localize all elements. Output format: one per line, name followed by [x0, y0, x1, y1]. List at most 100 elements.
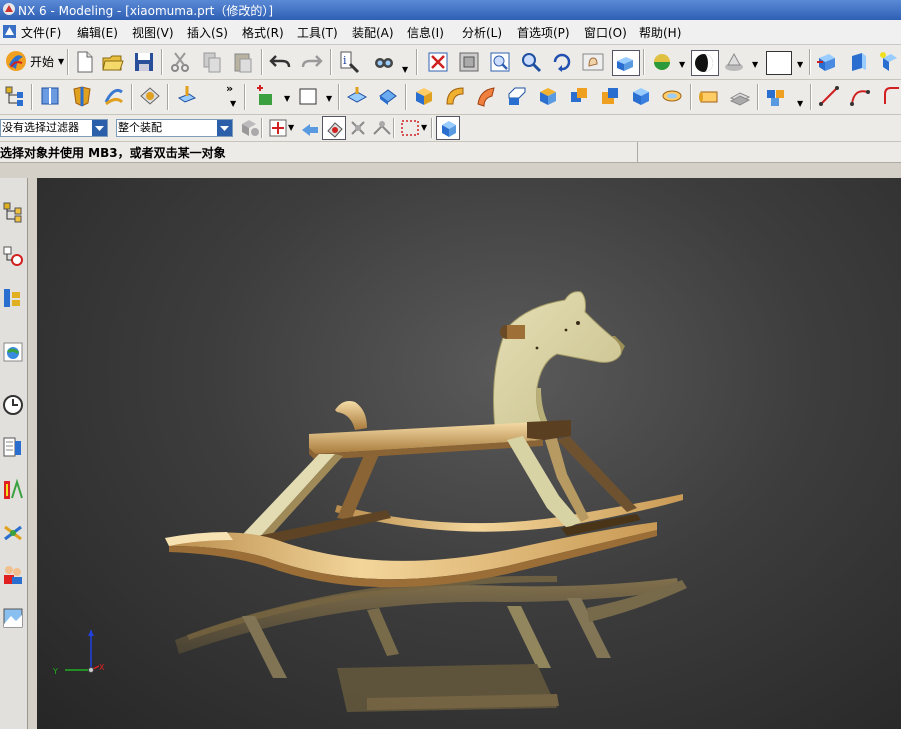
system-scenes-icon[interactable]	[1, 606, 25, 630]
pan-icon[interactable]	[581, 50, 605, 74]
trim-body-icon[interactable]	[660, 84, 684, 108]
book-icon[interactable]	[38, 84, 62, 108]
type-filter-dropdown-icon[interactable]	[92, 120, 107, 136]
view-orient-icon[interactable]	[815, 50, 839, 74]
extrude-icon[interactable]	[345, 84, 369, 108]
cylinder-icon[interactable]	[697, 84, 721, 108]
history-icon[interactable]	[1, 393, 25, 417]
background-icon[interactable]	[691, 50, 719, 76]
save-icon[interactable]	[132, 50, 156, 74]
subtract-icon[interactable]	[598, 84, 622, 108]
filter-settings-icon[interactable]	[237, 116, 259, 138]
hd3d-tools-icon[interactable]	[1, 521, 25, 545]
select-body-icon[interactable]	[436, 116, 460, 140]
rocking-horse-model[interactable]: Y X	[37, 178, 901, 729]
select-all-icon[interactable]	[266, 116, 288, 138]
color-swatch-icon[interactable]	[766, 51, 792, 75]
toolbar-overflow-icon[interactable]: »	[226, 82, 233, 95]
part-navigator-icon[interactable]	[1, 286, 25, 310]
new-file-icon[interactable]	[72, 50, 96, 74]
selection-scope-dropdown-icon[interactable]	[217, 120, 232, 136]
menu-information[interactable]: 信息(I)	[407, 24, 444, 41]
start-dropdown-icon[interactable]: ▼	[58, 57, 64, 66]
examine-geometry-icon[interactable]	[372, 50, 396, 74]
rectangle-icon[interactable]	[296, 84, 320, 108]
lighting-icon[interactable]	[722, 50, 746, 74]
cut-icon[interactable]	[168, 50, 192, 74]
zoom-box-icon[interactable]	[488, 50, 512, 74]
menu-assembly[interactable]: 装配(A)	[352, 24, 394, 41]
rectangle-dropdown-icon[interactable]: ▼	[326, 94, 332, 103]
zoom-icon[interactable]	[519, 50, 543, 74]
shell-icon[interactable]	[536, 84, 560, 108]
color-dropdown-icon[interactable]: ▼	[797, 60, 803, 69]
leg-back-far[interactable]	[337, 448, 381, 520]
assembly-navigator-icon[interactable]	[1, 200, 25, 224]
highlight-icon[interactable]	[322, 116, 346, 140]
menu-help[interactable]: 帮助(H)	[639, 24, 681, 41]
zoom-window-icon[interactable]	[457, 50, 481, 74]
menu-window[interactable]: 窗口(O)	[584, 24, 627, 41]
pattern-icon[interactable]	[764, 84, 788, 108]
copy-icon[interactable]	[200, 50, 224, 74]
menu-insert[interactable]: 插入(S)	[187, 24, 228, 41]
view-front-icon[interactable]	[846, 50, 870, 74]
roles-icon[interactable]	[1, 562, 25, 586]
circle-icon[interactable]	[879, 84, 901, 108]
information-icon[interactable]: i	[337, 50, 361, 74]
assembly-tree-icon[interactable]	[3, 84, 27, 108]
pattern-dropdown-icon[interactable]: ▼	[797, 99, 803, 108]
type-filter-select[interactable]: 没有选择过滤器	[0, 119, 108, 137]
menu-analysis[interactable]: 分析(L)	[462, 24, 502, 41]
examine-dropdown-icon[interactable]: ▼	[402, 65, 408, 74]
intersect-icon[interactable]	[629, 84, 653, 108]
view-light-icon[interactable]	[877, 50, 901, 74]
leg-front-far-side[interactable]	[557, 436, 637, 512]
toolbar-overflow-dropdown-icon[interactable]: ▼	[230, 99, 236, 108]
shield-feature-icon[interactable]	[70, 84, 94, 108]
seat-tail[interactable]	[335, 401, 367, 430]
reuse-library-icon[interactable]	[1, 435, 25, 459]
redo-icon[interactable]	[300, 50, 324, 74]
synchronous-icon[interactable]	[138, 84, 162, 108]
unite-icon[interactable]	[567, 84, 591, 108]
menu-edit[interactable]: 编辑(E)	[77, 24, 118, 41]
lighting-dropdown-icon[interactable]: ▼	[752, 60, 758, 69]
paste-icon[interactable]	[231, 50, 255, 74]
rectangle-select-dropdown-icon[interactable]: ▼	[421, 123, 427, 132]
line-icon[interactable]	[817, 84, 841, 108]
open-folder-icon[interactable]	[101, 50, 125, 74]
system-materials-icon[interactable]	[1, 478, 25, 502]
select-all-dropdown-icon[interactable]: ▼	[288, 123, 294, 132]
rotate-icon[interactable]	[550, 50, 574, 74]
graphics-window[interactable]: Y X	[37, 178, 901, 729]
shaded-render-icon[interactable]	[612, 50, 640, 76]
nx-menu-icon[interactable]	[2, 24, 17, 39]
deselect-icon[interactable]	[298, 116, 320, 138]
menu-format[interactable]: 格式(R)	[242, 24, 284, 41]
snap-end-icon[interactable]	[370, 116, 392, 138]
rectangle-select-icon[interactable]	[398, 116, 420, 138]
selection-scope-select[interactable]: 整个装配	[116, 119, 233, 137]
menu-tools[interactable]: 工具(T)	[297, 24, 338, 41]
chamfer-icon[interactable]	[505, 84, 529, 108]
sweep-icon[interactable]	[102, 84, 126, 108]
undo-icon[interactable]	[268, 50, 292, 74]
render-dropdown-icon[interactable]: ▼	[679, 60, 685, 69]
menu-file[interactable]: 文件(F)	[21, 24, 61, 41]
sheet-icon[interactable]	[728, 84, 752, 108]
sketch-dropdown-icon[interactable]: ▼	[284, 94, 290, 103]
fit-view-icon[interactable]	[426, 50, 450, 74]
arc-icon[interactable]	[848, 84, 872, 108]
datum-plane-icon[interactable]	[175, 84, 199, 108]
revolve-icon[interactable]	[376, 84, 400, 108]
horse-head[interactable]	[493, 291, 622, 429]
menu-preferences[interactable]: 首选项(P)	[517, 24, 570, 41]
snap-point-icon[interactable]	[346, 116, 368, 138]
constraint-navigator-icon[interactable]	[1, 244, 25, 268]
block-icon[interactable]	[412, 84, 436, 108]
web-browser-icon[interactable]	[1, 340, 25, 364]
menu-view[interactable]: 视图(V)	[132, 24, 174, 41]
face-blend-icon[interactable]	[474, 84, 498, 108]
render-style-icon[interactable]	[650, 50, 674, 74]
